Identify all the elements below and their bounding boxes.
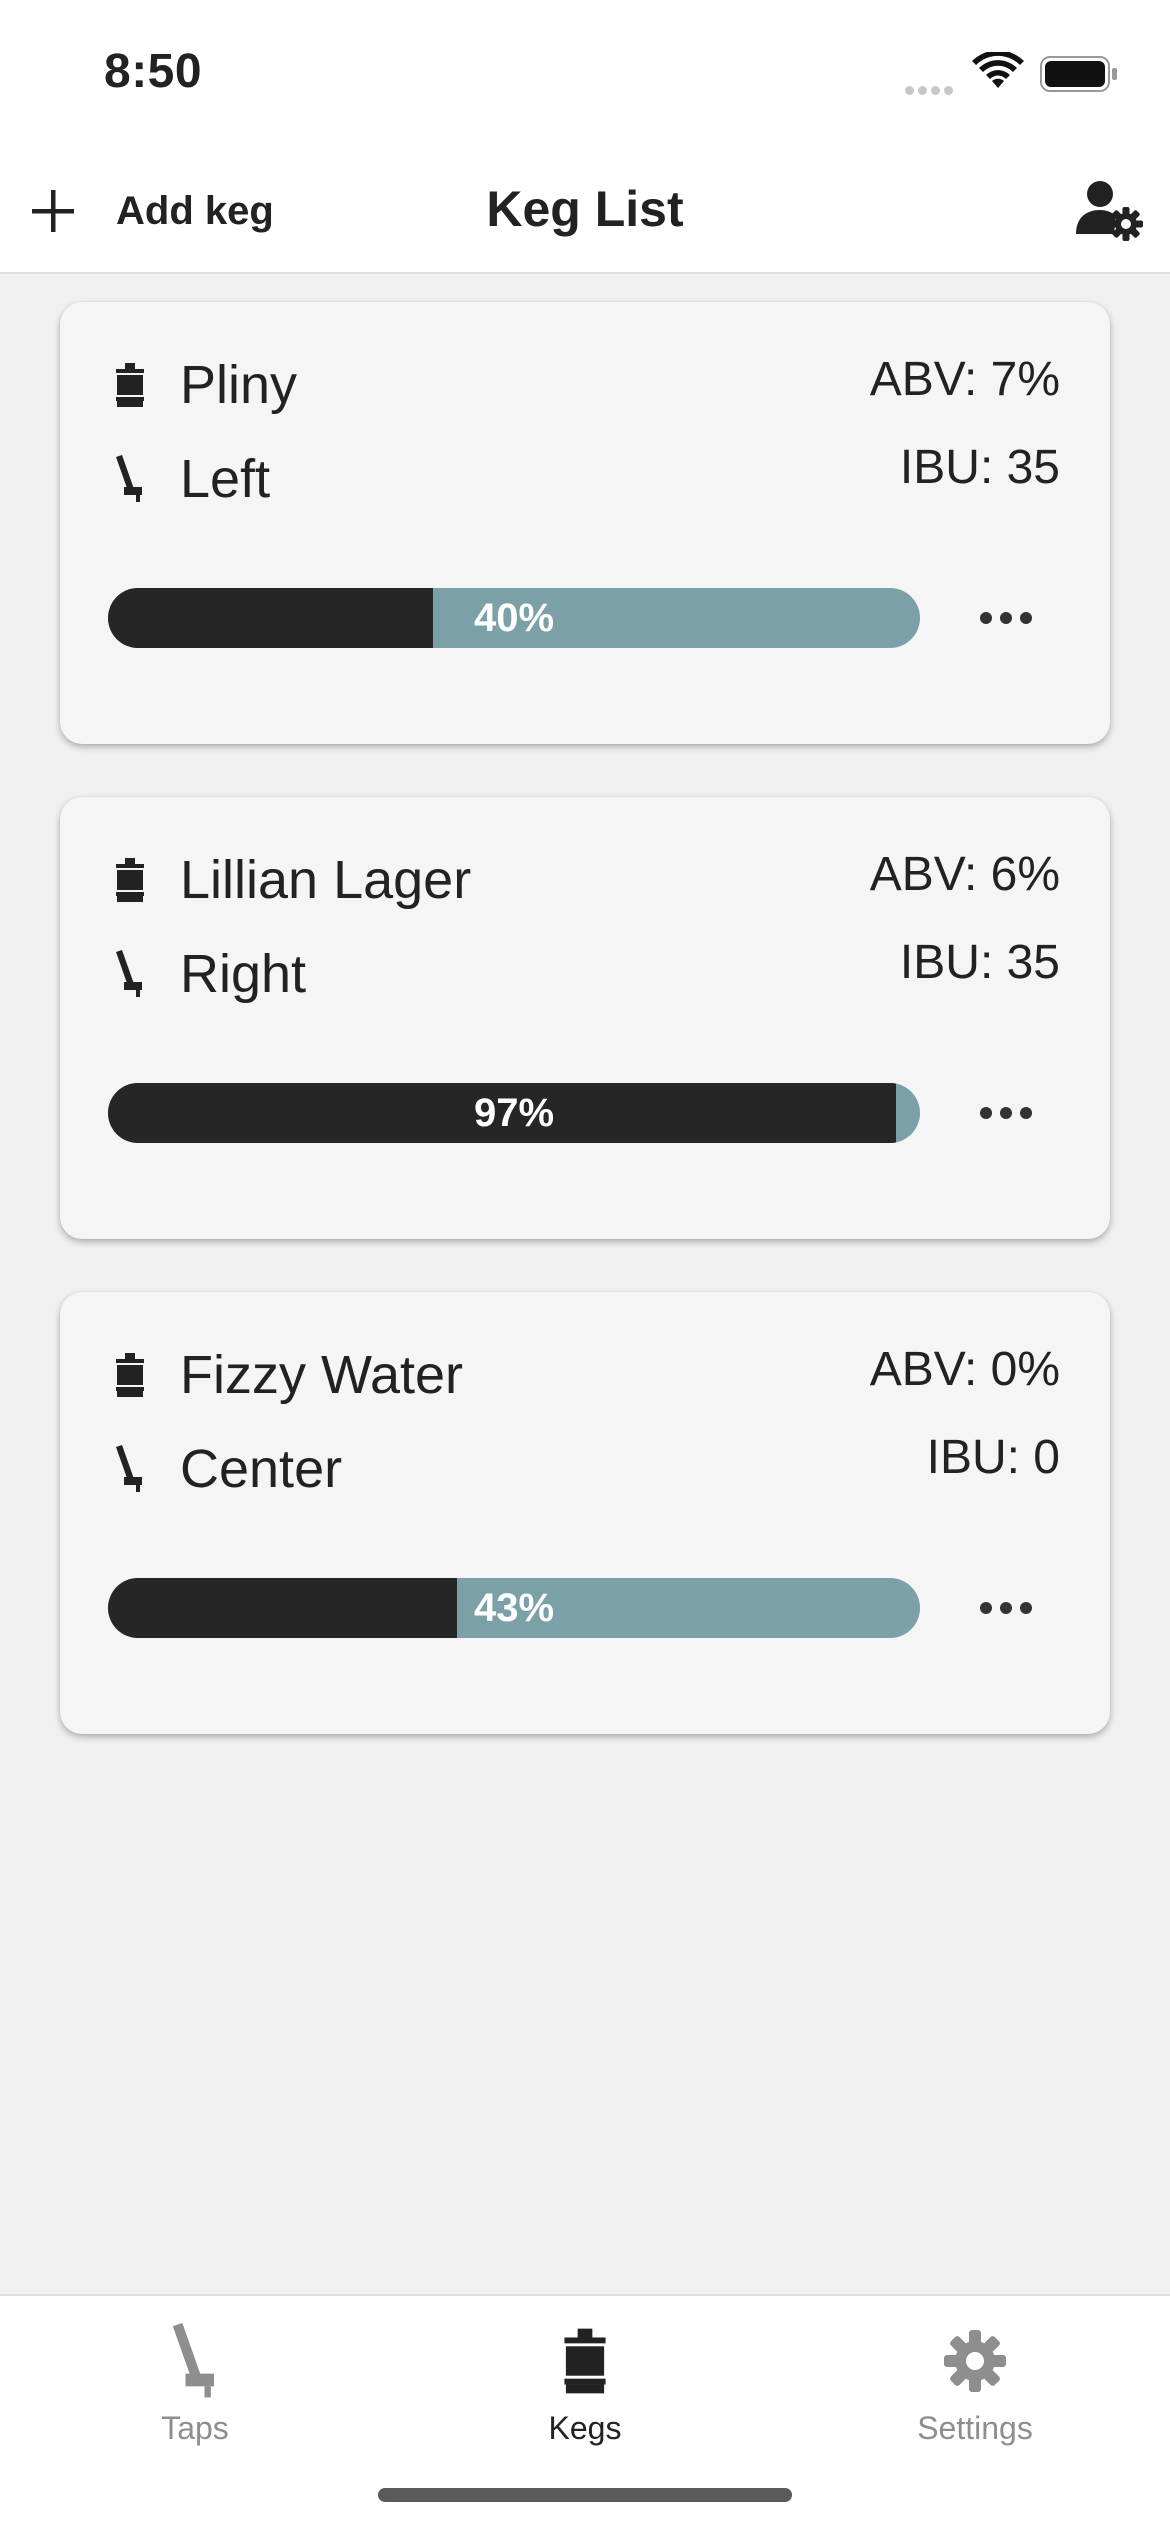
abv-value: ABV: 7% xyxy=(869,353,1060,406)
tap-handle-icon xyxy=(110,452,150,506)
wifi-icon xyxy=(972,52,1024,88)
tab-settings[interactable]: Settings xyxy=(825,2316,1125,2466)
page-title: Keg List xyxy=(486,181,684,237)
keg-fill-bar: 97% xyxy=(108,1083,920,1143)
home-indicator xyxy=(378,2488,792,2502)
status-time: 8:50 xyxy=(104,45,203,98)
keg-icon xyxy=(110,358,150,412)
header: Add keg Keg List xyxy=(0,150,1170,274)
user-settings-button[interactable] xyxy=(1074,176,1148,246)
ibu-value: IBU: 35 xyxy=(899,936,1060,989)
keg-icon xyxy=(110,853,150,907)
keg-icon xyxy=(560,2316,610,2406)
user-gear-icon xyxy=(1076,181,1143,241)
keg-fill-label: 43% xyxy=(473,1586,555,1630)
cellular-signal-icon xyxy=(905,82,957,100)
keg-name-row: Pliny xyxy=(110,350,297,420)
abv-value: ABV: 6% xyxy=(869,848,1060,901)
tab-label: Kegs xyxy=(548,2410,622,2446)
keg-name: Pliny xyxy=(180,355,298,415)
keg-name: Fizzy Water xyxy=(180,1345,463,1405)
gear-icon xyxy=(942,2316,1008,2406)
tap-handle-icon xyxy=(110,947,150,1001)
tab-taps[interactable]: Taps xyxy=(45,2316,345,2466)
keg-card[interactable]: Lillian Lager Right ABV: 6% IBU: 35 97% xyxy=(60,797,1110,1239)
abv-value: ABV: 0% xyxy=(869,1343,1060,1396)
tab-label: Settings xyxy=(917,2410,1033,2446)
tab-kegs[interactable]: Kegs xyxy=(435,2316,735,2466)
keg-fill-bar: 40% xyxy=(108,588,920,648)
more-options-button[interactable] xyxy=(964,1578,1048,1638)
tap-row: Right xyxy=(110,939,306,1009)
keg-icon xyxy=(110,1348,150,1402)
tap-handle-icon xyxy=(165,2316,225,2406)
tap-handle-icon xyxy=(110,1442,150,1496)
ibu-value: IBU: 35 xyxy=(899,441,1060,494)
keg-fill-bar: 43% xyxy=(108,1578,920,1638)
keg-name-row: Fizzy Water xyxy=(110,1340,463,1410)
tab-label: Taps xyxy=(161,2410,229,2446)
tap-row: Left xyxy=(110,444,270,514)
keg-fill-label: 97% xyxy=(473,1091,555,1135)
more-options-button[interactable] xyxy=(964,588,1048,648)
tap-name: Center xyxy=(180,1439,343,1499)
keg-name: Lillian Lager xyxy=(180,850,472,910)
status-bar: 8:50 xyxy=(0,0,1170,150)
keg-card[interactable]: Fizzy Water Center ABV: 0% IBU: 0 43% xyxy=(60,1292,1110,1734)
keg-fill-label: 40% xyxy=(473,596,555,640)
more-options-button[interactable] xyxy=(964,1083,1048,1143)
battery-icon xyxy=(1040,56,1117,92)
tap-name: Left xyxy=(180,449,271,509)
keg-name-row: Lillian Lager xyxy=(110,845,471,915)
keg-card[interactable]: Pliny Left ABV: 7% IBU: 35 40% xyxy=(60,302,1110,744)
ibu-value: IBU: 0 xyxy=(926,1431,1060,1484)
tap-row: Center xyxy=(110,1434,342,1504)
tap-name: Right xyxy=(180,944,307,1004)
